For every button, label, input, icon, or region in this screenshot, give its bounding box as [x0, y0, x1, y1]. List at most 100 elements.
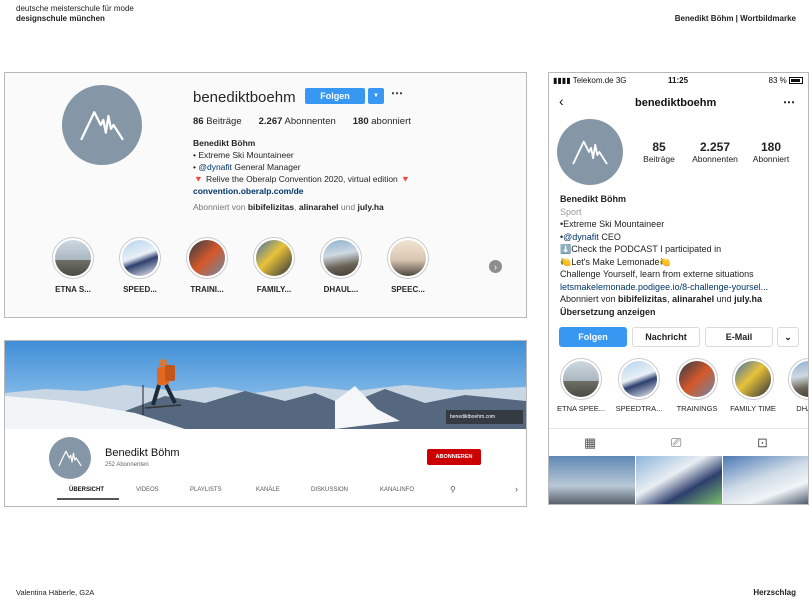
story-highlight[interactable]: SPEED...	[106, 237, 174, 294]
bio-line-4: 🍋Let's Make Lemonade🍋	[560, 256, 671, 267]
followers-count[interactable]: 2.267 Abonnenten	[259, 116, 336, 127]
highlight-label: SPEEC...	[391, 285, 425, 294]
story-highlight[interactable]: DHAUL	[781, 358, 808, 413]
bio-line-3: ⬇️Check the PODCAST I participated in	[560, 244, 722, 254]
story-highlight[interactable]: SPEEC...	[374, 237, 442, 294]
bio-category: Sport	[560, 206, 582, 217]
story-highlight[interactable]: TRAININGS	[669, 358, 725, 413]
profile-bio: Benedikt Böhm • Extreme Ski Mountaineer …	[193, 137, 411, 197]
highlight-thumbnail	[323, 240, 359, 276]
suggestions-dropdown-button[interactable]: ▼	[368, 88, 384, 104]
follow-button[interactable]: Folgen	[559, 327, 627, 347]
follower-link[interactable]: bibifelizitas	[618, 294, 667, 304]
clock: 11:25	[668, 76, 689, 85]
more-options-icon[interactable]: ⋯	[783, 95, 796, 109]
channel-avatar[interactable]	[49, 437, 91, 479]
channel-search-icon[interactable]: ⚲	[450, 485, 456, 494]
post-grid	[549, 456, 808, 504]
follower-link[interactable]: bibifelizitas	[248, 202, 294, 212]
show-translation-link[interactable]: Übersetzung anzeigen	[560, 306, 808, 319]
highlight-label: ETNA SPEE...	[557, 404, 605, 413]
post-thumbnail[interactable]	[723, 456, 808, 504]
highlight-label: SPEEDTRA...	[615, 404, 663, 413]
tab-playlists[interactable]: PLAYLISTS	[190, 487, 222, 493]
email-button[interactable]: E-Mail	[705, 327, 773, 347]
phone-status-bar: ▮▮▮▮ Telekom.de 3G 11:25 83 %	[549, 73, 808, 87]
bio-line-1: •Extreme Ski Mountaineer	[560, 219, 665, 229]
follower-link[interactable]: alinarahel	[672, 294, 714, 304]
follow-button[interactable]: Folgen	[305, 88, 365, 104]
highlight-label: TRAININGS	[676, 404, 718, 413]
highlight-thumbnail	[122, 240, 158, 276]
igtv-icon[interactable]: ⎚	[671, 435, 681, 451]
tab-discussion[interactable]: DISKUSSION	[311, 487, 348, 493]
suggestions-chevron-button[interactable]: ⌄	[777, 327, 799, 347]
tab-overview[interactable]: ÜBERSICHT	[69, 487, 104, 493]
post-thumbnail[interactable]	[549, 456, 635, 504]
next-highlights-arrow-icon[interactable]: ›	[489, 260, 502, 273]
highlight-thumbnail	[679, 361, 715, 397]
highlight-label: FAMILY TIME	[730, 404, 776, 413]
subscribe-button[interactable]: ABONNIEREN	[427, 449, 481, 465]
battery-icon	[789, 77, 803, 84]
follower-link[interactable]: july.ha	[357, 202, 383, 212]
tab-videos[interactable]: VIDEOS	[136, 487, 159, 493]
message-button[interactable]: Nachricht	[632, 327, 700, 347]
signal-icon: ▮▮▮▮	[553, 76, 573, 85]
banner-watermark: benediktboehm.com	[446, 410, 523, 424]
back-arrow-icon[interactable]: ‹	[559, 93, 564, 109]
active-tab-indicator	[57, 498, 119, 500]
highlight-label: DHAUL	[796, 404, 808, 413]
heartbeat-mountain-logo-icon	[53, 441, 87, 475]
heartbeat-mountain-logo-icon	[564, 126, 616, 178]
following-count[interactable]: 180 Abonniert	[747, 140, 795, 164]
tab-about[interactable]: KANALINFO	[380, 487, 414, 493]
footer-title: Herzschlag	[753, 588, 796, 597]
posts-count[interactable]: 86 Beiträge	[193, 116, 242, 127]
post-thumbnail[interactable]	[636, 456, 722, 504]
subscriber-count: 252 Abonnenten	[105, 462, 149, 468]
highlight-label: ETNA S...	[55, 285, 91, 294]
school-name: deutsche meisterschule für mode designsc…	[16, 4, 134, 24]
heartbeat-mountain-logo-icon	[70, 93, 134, 157]
sheet-title: Benedikt Böhm | Wortbildmarke	[674, 14, 796, 23]
followers-count[interactable]: 2.257 Abonnenten	[687, 140, 743, 164]
profile-avatar[interactable]	[62, 85, 142, 165]
highlight-thumbnail	[791, 361, 808, 397]
bio-line-2: •@dynafit CEO	[560, 231, 621, 242]
story-highlight[interactable]: SPEEDTRA...	[611, 358, 667, 413]
tab-channels[interactable]: KANÄLE	[256, 487, 280, 493]
posts-count[interactable]: 85 Beiträge	[637, 140, 681, 164]
highlight-label: DHAUL...	[323, 285, 359, 294]
following-count[interactable]: 180 abonniert	[353, 116, 411, 127]
grid-view-icon[interactable]: ▦	[584, 435, 596, 451]
profile-avatar[interactable]	[557, 119, 623, 185]
highlight-thumbnail	[563, 361, 599, 397]
bio-name: Benedikt Böhm	[560, 194, 627, 204]
story-highlight[interactable]: FAMILY...	[240, 237, 308, 294]
bio-website-link[interactable]: convention.oberalp.com/de	[193, 185, 411, 197]
bio-line-5: Challenge Yourself, learn from externe s…	[560, 269, 754, 279]
profile-username: benediktboehm	[635, 97, 717, 109]
dynafit-mention-link[interactable]: @dynafit	[198, 162, 232, 172]
profile-content-tabs: ▦ ⎚ ⊡	[549, 428, 808, 456]
story-highlight[interactable]: DHAUL...	[307, 237, 375, 294]
profile-stats: 86 Beiträge 2.267 Abonnenten 180 abonnie…	[193, 116, 411, 127]
school-line-2: designschule münchen	[16, 14, 105, 23]
story-highlight[interactable]: ETNA S...	[39, 237, 107, 294]
dynafit-mention-link[interactable]: @dynafit	[563, 232, 599, 242]
follower-link[interactable]: july.ha	[734, 294, 762, 304]
bio-website-link[interactable]: letsmakelemonade.podigee.io/8-challenge-…	[560, 281, 800, 294]
tagged-photos-icon[interactable]: ⊡	[757, 435, 768, 451]
story-highlight[interactable]: FAMILY TIME	[725, 358, 781, 413]
highlight-thumbnail	[390, 240, 426, 276]
bio-line-3: 🔻 Relive the Oberalp Convention 2020, vi…	[193, 174, 411, 184]
follower-link[interactable]: alinarahel	[299, 202, 339, 212]
channel-name: Benedikt Böhm	[105, 447, 180, 459]
story-highlight[interactable]: TRAINI...	[173, 237, 241, 294]
more-options-icon[interactable]: ⋯	[391, 86, 404, 100]
carrier-label: ▮▮▮▮ Telekom.de 3G	[553, 76, 627, 85]
story-highlight[interactable]: ETNA SPEE...	[553, 358, 609, 413]
highlight-thumbnail	[189, 240, 225, 276]
chevron-right-icon[interactable]: ›	[515, 484, 518, 494]
